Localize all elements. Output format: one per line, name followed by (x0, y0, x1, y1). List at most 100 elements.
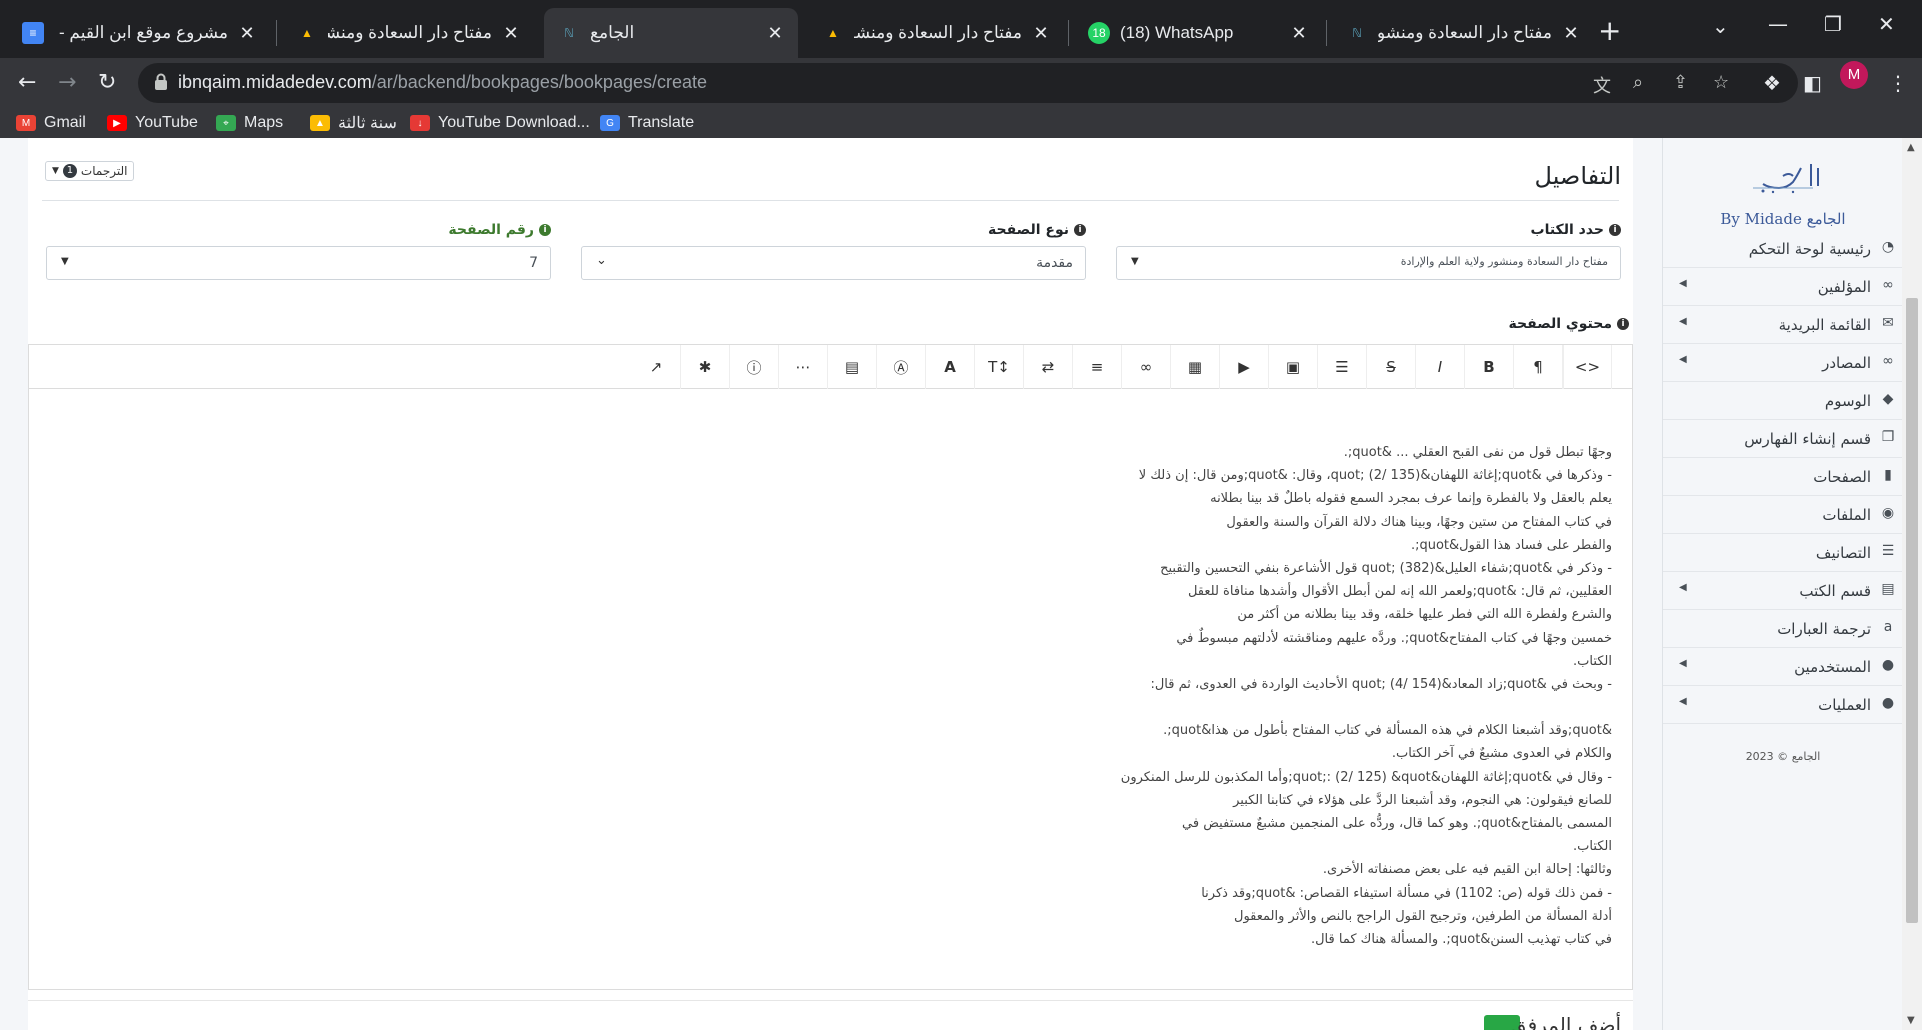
menu-icon[interactable]: ⋮ (1888, 71, 1908, 95)
scroll-down-icon[interactable]: ▼ (1907, 1015, 1915, 1026)
scrollbar-thumb[interactable] (1906, 298, 1918, 923)
paragraph-icon[interactable]: ¶ (1514, 345, 1563, 389)
text-size-icon[interactable]: T↕ (975, 345, 1024, 389)
image-icon[interactable]: ▣ (1269, 345, 1318, 389)
minimize-icon[interactable]: — (1768, 12, 1788, 36)
scroll-up-icon[interactable]: ▲ (1907, 142, 1915, 153)
sidebar-item-label: الملفات (1822, 506, 1871, 524)
close-icon[interactable]: ✕ (766, 23, 784, 44)
browser-tab[interactable]: ≡ مشروع موقع ابن القيم - مستن ✕ (8, 8, 270, 58)
sidebar-item[interactable]: ◉ الملفات (1663, 496, 1903, 534)
tab-separator (1068, 20, 1069, 46)
sidebar-item[interactable]: ❐ قسم إنشاء الفهارس (1663, 420, 1903, 458)
sidebar-item[interactable]: ◔ رئيسية لوحة التحكم (1663, 230, 1903, 268)
close-icon[interactable]: ✕ (1562, 23, 1580, 44)
zoom-icon[interactable]: ⌕ (1633, 72, 1643, 93)
text-direction-icon[interactable]: ⇄ (1024, 345, 1073, 389)
sidebar-footer: 2023 © الجامع (1745, 750, 1821, 763)
page-number-select[interactable]: 7 ▼ (46, 246, 551, 280)
forward-icon[interactable]: → (58, 70, 76, 95)
sidebar-item[interactable]: ☰ التصانيف (1663, 534, 1903, 572)
sidebar-item[interactable]: ▮ الصفحات (1663, 458, 1903, 496)
browser-tab[interactable]: 18 (18) WhatsApp ✕ (1074, 8, 1322, 58)
bookmark-label: Maps (244, 114, 284, 131)
restore-icon[interactable]: ❐ (1824, 12, 1842, 36)
caret-left-icon: ◀ (1679, 658, 1687, 669)
editor-text[interactable]: وجهًا تبطل قول من نفى القبح العقلي ... &… (1092, 441, 1612, 951)
video-icon[interactable]: ▶ (1220, 345, 1269, 389)
lock-icon[interactable] (154, 73, 168, 91)
new-tab-icon[interactable]: + (1598, 14, 1621, 47)
sidebar-item[interactable]: ∞ المصادر ◀ (1663, 344, 1903, 382)
profile-avatar[interactable]: M (1840, 61, 1868, 89)
browser-tab[interactable]: ▲ مفتاح دار السعادة ومنشور ولا ✕ (282, 8, 534, 58)
close-icon[interactable]: ✕ (1290, 23, 1308, 44)
close-icon[interactable]: ✕ (238, 23, 256, 44)
code-view-icon[interactable]: <> (1563, 345, 1612, 389)
editor-line: - وذكر في &quot;شفاء العليل&quot; (382) … (1160, 561, 1612, 577)
sidebar-item[interactable]: ✉ القائمة البريدية ◀ (1663, 306, 1903, 344)
list-icon[interactable]: ☰ (1318, 345, 1367, 389)
align-icon[interactable]: ≡ (1073, 345, 1122, 389)
page-type-select[interactable]: مقدمة ⌄ (581, 246, 1086, 280)
extensions-icon[interactable]: ❖ (1763, 71, 1781, 95)
translations-label: الترجمات (80, 164, 128, 178)
bookmark-item[interactable]: G Translate (600, 112, 694, 134)
sidebar-item[interactable]: ◆ الوسوم (1663, 382, 1903, 420)
fullscreen-icon[interactable]: ↗ (632, 345, 681, 389)
sidebar-item-label: قسم إنشاء الفهارس (1744, 430, 1871, 448)
book-icon[interactable]: ▤ (828, 345, 877, 389)
bookmark-star-icon[interactable]: ☆ (1713, 72, 1729, 93)
translate-page-icon[interactable]: 文 (1593, 72, 1611, 98)
close-icon[interactable]: ✕ (1032, 23, 1050, 44)
bookmark-item[interactable]: ▲ سنة ثالثة (310, 112, 397, 134)
browser-tab[interactable]: ℕ مفتاح دار السعادة ومنشور ولا ✕ (1332, 8, 1594, 58)
tab-search-icon[interactable]: ⌄ (1712, 14, 1729, 38)
tab-separator (276, 20, 277, 46)
page-scrollbar[interactable]: ▲ ▼ (1902, 138, 1922, 1030)
editor-line: - وذكرها في &quot;إغاثة اللهفان&quot; (2… (1138, 468, 1612, 484)
sidebar-item[interactable]: ▤ قسم الكتب ◀ (1663, 572, 1903, 610)
special-char-icon[interactable]: ✱ (681, 345, 730, 389)
side-panel-icon[interactable]: ◧ (1803, 71, 1822, 95)
table-icon[interactable]: ▦ (1171, 345, 1220, 389)
window-close-icon[interactable]: ✕ (1878, 12, 1895, 36)
bookmark-item[interactable]: ▶ YouTube (107, 112, 198, 134)
url-text[interactable]: ibnqaim.midadedev.com/ar/backend/bookpag… (178, 72, 707, 93)
info-icon: i (1074, 224, 1086, 236)
more-icon[interactable]: ⋯ (779, 345, 828, 389)
sidebar-item-label: العمليات (1818, 696, 1871, 714)
bookmark-item[interactable]: M Gmail (16, 112, 86, 134)
share-icon[interactable]: ⇪ (1673, 72, 1688, 93)
link-icon[interactable]: ∞ (1122, 345, 1171, 389)
italic-icon[interactable]: I (1416, 345, 1465, 389)
info-icon[interactable]: ⓘ (730, 345, 779, 389)
gmail-icon: M (16, 115, 36, 131)
sidebar-item[interactable]: a ترجمة العبارات (1663, 610, 1903, 648)
strikethrough-icon[interactable]: S (1367, 345, 1416, 389)
sidebar-item[interactable]: ● العمليات ◀ (1663, 686, 1903, 724)
browser-tab[interactable]: ▲ مفتاح دار السعادة ومنشور ولا ✕ (808, 8, 1064, 58)
font-color-icon[interactable]: Ⓐ (877, 345, 926, 389)
translations-dropdown[interactable]: ▼ 1 الترجمات (45, 161, 135, 181)
sidebar-item[interactable]: ● المستخدمين ◀ (1663, 648, 1903, 686)
browser-tab[interactable]: ℕ الجامع ✕ (544, 8, 798, 58)
sidebar-item-label: المؤلفين (1817, 278, 1871, 296)
reload-icon[interactable]: ↻ (98, 70, 116, 95)
rich-text-editor: <> ¶ B I S ☰ ▣ ▶ ▦ ∞ ≡ ⇄ T↕ A Ⓐ ▤ ⋯ ⓘ ✱ ↗ وجهًا تبطل قول من… (28, 344, 1633, 990)
bold-icon[interactable]: B (1465, 345, 1514, 389)
back-icon[interactable]: ← (18, 70, 36, 95)
sidebar-item[interactable]: ∞ المؤلفين ◀ (1663, 268, 1903, 306)
sidebar-item-label: المستخدمين (1794, 658, 1871, 676)
page-title: التفاصيل (1534, 162, 1621, 190)
tab-title: مفتاح دار السعادة ومنشور ولا (854, 23, 1022, 42)
close-icon[interactable]: ✕ (502, 23, 520, 44)
bookmark-item[interactable]: ↓ YouTube Download... (410, 112, 590, 134)
editor-body[interactable]: وجهًا تبطل قول من نفى القبح العقلي ... &… (29, 389, 1632, 989)
font-family-icon[interactable]: A (926, 345, 975, 389)
editor-line: وثالثها: إحالة ابن القيم فيه على بعض مصن… (1322, 862, 1612, 878)
book-select[interactable]: مفتاح دار السعادة ومنشور ولاية العلم وال… (1116, 246, 1621, 280)
address-bar[interactable]: ibnqaim.midadedev.com/ar/backend/bookpag… (138, 63, 1798, 103)
caret-down-icon: ▼ (52, 166, 59, 176)
bookmark-item[interactable]: ⌖ Maps (216, 112, 283, 134)
